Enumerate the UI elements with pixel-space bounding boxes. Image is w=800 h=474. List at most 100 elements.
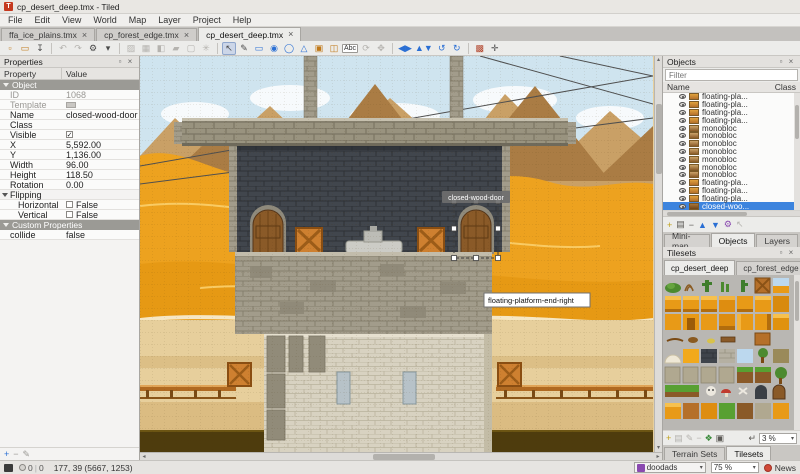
redo-icon[interactable]: ↷ <box>71 42 85 55</box>
close-tab-icon[interactable]: × <box>288 30 293 39</box>
visibility-eye-icon[interactable] <box>679 133 686 138</box>
tab-cp-desert-deep[interactable]: cp_desert_deep.tmx × <box>198 27 301 41</box>
float-panel-icon[interactable]: ▫ <box>115 57 125 66</box>
visibility-eye-icon[interactable] <box>679 165 686 170</box>
issues-counter[interactable]: 0 | 0 <box>19 463 44 473</box>
edit-property-icon[interactable]: ✎ <box>23 449 31 460</box>
property-row-y[interactable]: Y 1,136.00 <box>0 150 139 160</box>
remove-object-icon[interactable]: − <box>689 220 694 230</box>
visibility-eye-icon[interactable] <box>679 196 686 201</box>
open-folder-icon[interactable]: ▭ <box>18 42 32 55</box>
visibility-eye-icon[interactable] <box>679 149 686 154</box>
undo-icon[interactable]: ↶ <box>56 42 70 55</box>
scroll-up-icon[interactable]: ▴ <box>655 56 663 64</box>
property-row-collide[interactable]: collide false <box>0 230 139 240</box>
visibility-eye-icon[interactable] <box>679 126 686 131</box>
menu-view[interactable]: View <box>56 14 87 27</box>
flip-vertical-checkbox[interactable] <box>66 211 73 218</box>
property-group-object[interactable]: Object <box>0 80 139 90</box>
scroll-left-icon[interactable]: ◂ <box>140 453 148 461</box>
property-row-width[interactable]: Width 96.00 <box>0 160 139 170</box>
visibility-eye-icon[interactable] <box>679 172 686 177</box>
visibility-eye-icon[interactable] <box>679 204 686 209</box>
commands-icon[interactable]: ⚙ <box>86 42 100 55</box>
insert-rectangle-icon[interactable]: ▭ <box>252 42 266 55</box>
tileset-tab-cp-forest-edge[interactable]: cp_forest_edge <box>736 261 800 275</box>
tileset-scrollbar[interactable] <box>794 275 800 430</box>
insert-polygon-icon[interactable]: △ <box>297 42 311 55</box>
horizontal-scroll-thumb[interactable] <box>373 454 435 460</box>
property-row-class[interactable]: Class <box>0 120 139 130</box>
insert-point-icon[interactable]: ◉ <box>267 42 281 55</box>
flip-vertical-icon[interactable]: ▲▼ <box>414 42 434 55</box>
visibility-eye-icon[interactable] <box>679 188 686 193</box>
console-toggle-icon[interactable] <box>4 464 13 472</box>
property-row-name[interactable]: Name closed-wood-door <box>0 110 139 120</box>
property-group-flipping[interactable]: Flipping <box>0 190 139 200</box>
stamp-variation-icon[interactable]: ▣ <box>716 433 725 444</box>
magic-wand-icon[interactable]: ✳ <box>199 42 213 55</box>
rotate-icon[interactable]: ⟳ <box>359 42 373 55</box>
menu-help[interactable]: Help <box>227 14 258 27</box>
close-panel-icon[interactable]: × <box>786 57 796 66</box>
terrain-brush-icon[interactable]: ▦ <box>139 42 153 55</box>
property-row-rotation[interactable]: Rotation 0.00 <box>0 180 139 190</box>
menu-world[interactable]: World <box>87 14 122 27</box>
float-panel-icon[interactable]: ▫ <box>776 248 786 257</box>
map-canvas[interactable]: closed-wood-door floating-platform-end-r… <box>140 56 654 452</box>
tab-objects[interactable]: Objects <box>711 233 756 247</box>
insert-template-icon[interactable]: ◫ <box>327 42 341 55</box>
tab-cp-forest-edge[interactable]: cp_forest_edge.tmx × <box>96 28 197 41</box>
goto-object-icon[interactable]: ↖ <box>736 219 744 230</box>
current-layer-select[interactable]: doodads ▾ <box>634 462 706 473</box>
rect-select-icon[interactable]: ▢ <box>184 42 198 55</box>
move-object-up-icon[interactable]: ▲ <box>698 220 707 230</box>
visibility-eye-icon[interactable] <box>679 180 686 185</box>
new-tileset-icon[interactable]: + <box>666 433 671 443</box>
save-icon[interactable]: ↧ <box>33 42 47 55</box>
commands-dropdown-icon[interactable]: ▾ <box>101 42 115 55</box>
close-tab-icon[interactable]: × <box>184 31 189 40</box>
remove-property-icon[interactable]: − <box>13 449 18 459</box>
map-vertical-scrollbar[interactable]: ▴ ▾ <box>654 56 662 452</box>
flip-horizontal-icon[interactable]: ◀▶ <box>397 42 413 55</box>
property-row-flip-horizontal[interactable]: Horizontal False <box>0 200 139 210</box>
flip-horizontal-checkbox[interactable] <box>66 201 73 208</box>
close-panel-icon[interactable]: × <box>786 248 796 257</box>
insert-ellipse-icon[interactable]: ◯ <box>282 42 296 55</box>
tab-terrain-sets[interactable]: Terrain Sets <box>664 447 725 460</box>
tab-ffa-ice-plains[interactable]: ffa_ice_plains.tmx × <box>1 28 95 41</box>
visibility-eye-icon[interactable] <box>679 110 686 115</box>
stamp-brush-icon[interactable]: ▨ <box>124 42 138 55</box>
map-zoom-select[interactable]: 75 % ▾ <box>711 462 759 473</box>
remove-tileset-icon[interactable]: − <box>696 433 701 443</box>
rotate-right-icon[interactable]: ↻ <box>450 42 464 55</box>
offset-icon[interactable]: ✥ <box>374 42 388 55</box>
menu-edit[interactable]: Edit <box>29 14 57 27</box>
property-row-flip-vertical[interactable]: Vertical False <box>0 210 139 220</box>
tileset-view[interactable] <box>663 275 800 430</box>
edit-tileset-icon[interactable]: ✎ <box>686 433 694 444</box>
insert-tile-icon[interactable]: ▣ <box>312 42 326 55</box>
tab-tilesets[interactable]: Tilesets <box>726 446 771 460</box>
menu-map[interactable]: Map <box>123 14 153 27</box>
news-button[interactable]: News <box>764 463 796 473</box>
map-horizontal-scrollbar[interactable]: ◂ ▸ <box>140 452 662 460</box>
tileset-zoom-select[interactable]: 3 % ▾ <box>759 433 797 444</box>
visibility-eye-icon[interactable] <box>679 118 686 123</box>
menu-project[interactable]: Project <box>187 14 227 27</box>
new-file-icon[interactable]: ▫ <box>3 42 17 55</box>
embed-tileset-icon[interactable]: ▤ <box>674 433 683 444</box>
visibility-eye-icon[interactable] <box>679 102 686 107</box>
insert-text-icon[interactable]: Abc <box>342 44 358 53</box>
property-group-custom[interactable]: Custom Properties <box>0 220 139 230</box>
visibility-eye-icon[interactable] <box>679 94 686 99</box>
tileset-tab-cp-desert-deep[interactable]: cp_desert_deep <box>664 260 735 275</box>
eraser-icon[interactable]: ▰ <box>169 42 183 55</box>
tab-mini-map[interactable]: Mini-map <box>664 234 710 247</box>
property-row-visible[interactable]: Visible ✓ <box>0 130 139 140</box>
scroll-right-icon[interactable]: ▸ <box>654 453 662 461</box>
object-properties-icon[interactable]: ⚙ <box>724 219 732 230</box>
property-row-x[interactable]: X 5,592.00 <box>0 140 139 150</box>
menu-file[interactable]: File <box>2 14 29 27</box>
